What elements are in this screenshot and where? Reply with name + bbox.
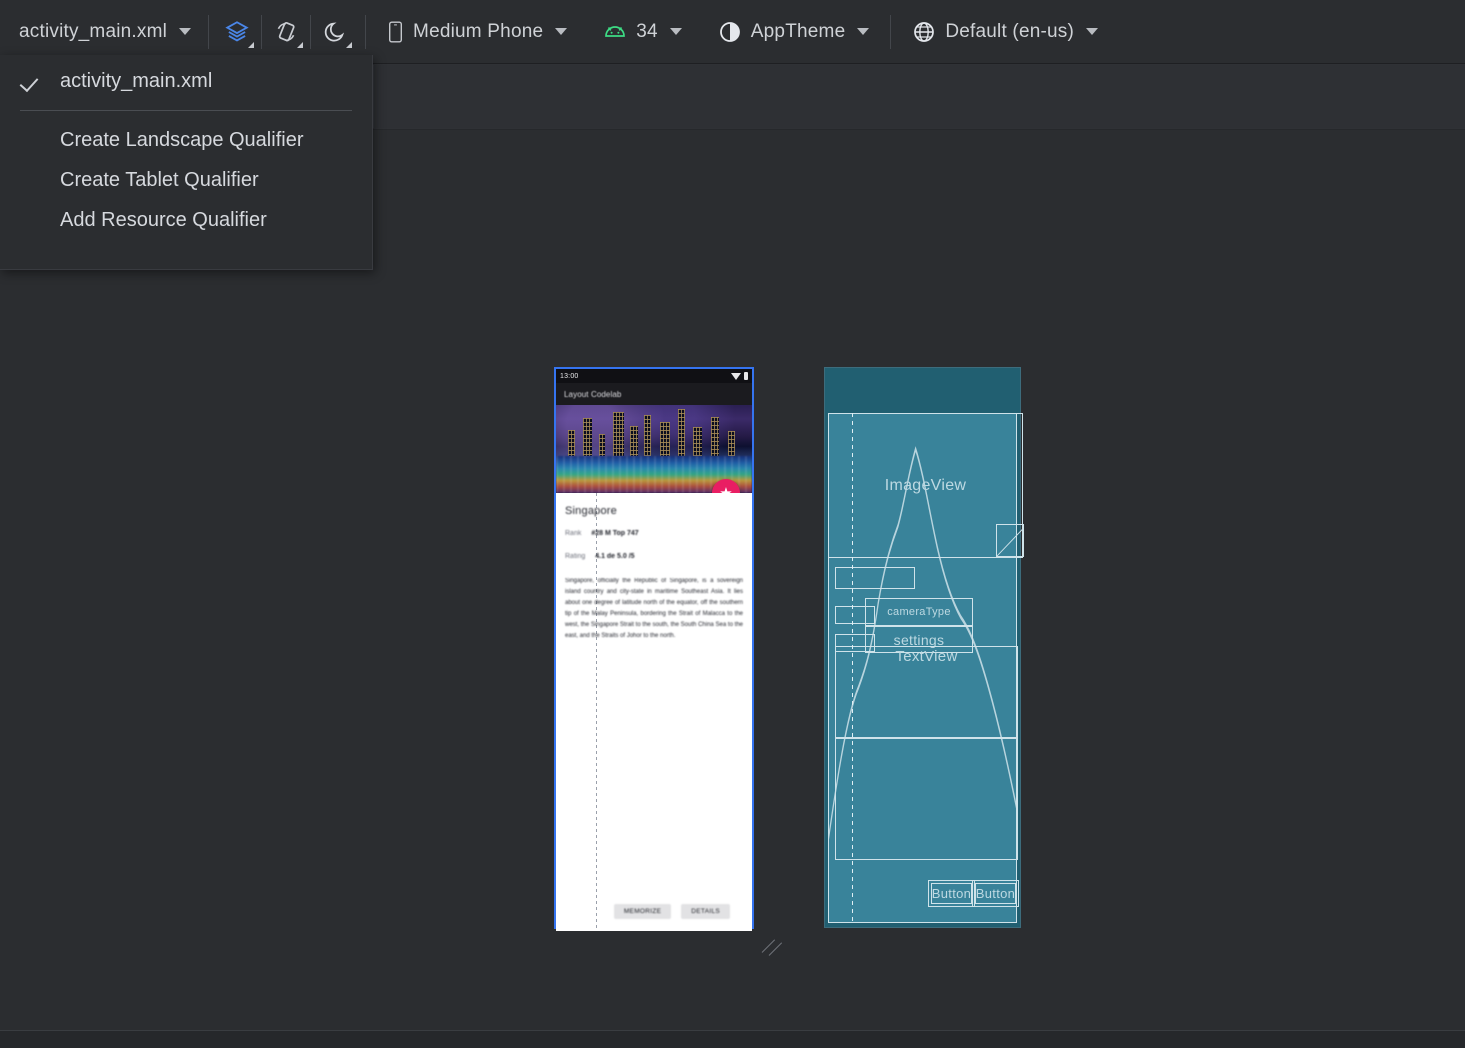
menu-item-label: Add Resource Qualifier <box>60 209 267 232</box>
blueprint-root-layout: ImageView cameraType settings <box>828 413 1017 923</box>
menu-item-activity-main[interactable]: activity_main.xml <box>0 61 372 101</box>
description-text: Singapore, officially the Republic of Si… <box>565 576 743 643</box>
blueprint-cameratype-label: cameraType <box>887 606 951 618</box>
preview-resize-handle[interactable] <box>762 936 784 958</box>
menu-item-add-resource-qualifier[interactable]: Add Resource Qualifier <box>0 200 372 240</box>
battery-icon <box>744 372 748 380</box>
api-level-label: 34 <box>636 21 658 43</box>
toolbar-divider <box>208 15 209 49</box>
memorize-button[interactable]: MEMORIZE <box>614 904 671 919</box>
status-bar <box>0 1030 1465 1048</box>
theme-contrast-icon <box>718 20 742 44</box>
chevron-down-icon <box>555 28 567 35</box>
moon-icon <box>323 19 348 44</box>
status-bar-clock: 13:00 <box>560 373 579 380</box>
locale-selector[interactable]: Default (en-us) <box>901 12 1109 52</box>
menu-item-label: Create Landscape Qualifier <box>60 129 303 152</box>
blueprint-imageview[interactable]: ImageView <box>828 413 1023 558</box>
file-variant-menu: activity_main.xml Create Landscape Quali… <box>0 55 373 270</box>
blueprint-preview[interactable]: ImageView cameraType settings <box>824 367 1021 928</box>
toolbar-divider <box>261 15 262 49</box>
info-row: Rank #28 M Top 747 <box>565 530 743 537</box>
blueprint-stub-box[interactable] <box>835 567 915 589</box>
secondary-toolbar-area <box>373 65 1465 128</box>
menu-item-label: Create Tablet Qualifier <box>60 169 259 192</box>
layout-editor-window: activity_main.xml <box>0 0 1465 1048</box>
android-icon <box>603 23 627 41</box>
toolbar-divider <box>890 15 891 49</box>
chevron-down-icon <box>1086 28 1098 35</box>
menu-separator <box>20 110 352 111</box>
blueprint-guideline <box>852 413 853 923</box>
app-bar-title: Layout Codelab <box>564 390 621 399</box>
toolbar-divider <box>365 15 366 49</box>
info-row-value: 4.1 de 5.0 /5 <box>595 553 634 560</box>
menu-item-label: activity_main.xml <box>60 70 212 93</box>
blueprint-imageview-label: ImageView <box>885 477 967 495</box>
menu-item-create-landscape-qualifier[interactable]: Create Landscape Qualifier <box>0 120 372 160</box>
phone-preview[interactable]: 13:00 Layout Codelab <box>554 367 754 929</box>
design-surface-mode-button[interactable] <box>215 10 259 54</box>
blueprint-button-1-inner <box>931 883 972 904</box>
chevron-down-icon <box>242 42 254 48</box>
status-bar-system-icons <box>731 372 748 380</box>
app-bar: Layout Codelab <box>556 383 752 405</box>
place-title: Singapore <box>565 505 743 517</box>
diagonal-marker-icon <box>997 525 1023 556</box>
chevron-down-icon <box>291 42 303 48</box>
star-icon: ★ <box>719 486 732 494</box>
blueprint-content-region[interactable] <box>835 738 1018 860</box>
device-status-bar: 13:00 <box>556 369 752 383</box>
info-row-key: Rating <box>565 553 585 560</box>
info-row-value: #28 M Top 747 <box>591 530 638 537</box>
globe-icon <box>912 20 936 44</box>
file-variant-dropdown[interactable]: activity_main.xml <box>8 12 202 52</box>
details-button[interactable]: DETAILS <box>681 904 730 919</box>
chevron-down-icon <box>340 42 352 48</box>
toolbar-divider <box>310 15 311 49</box>
device-label: Medium Phone <box>413 21 543 43</box>
chevron-down-icon <box>179 28 191 35</box>
blueprint-button-2-inner <box>975 883 1016 904</box>
hero-image: ★ <box>556 405 752 493</box>
file-variant-label: activity_main.xml <box>19 21 167 43</box>
night-mode-button[interactable] <box>313 10 357 54</box>
blueprint-cameratype-field[interactable]: cameraType <box>865 598 973 626</box>
info-row: Rating 4.1 de 5.0 /5 <box>565 553 743 560</box>
blueprint-textview[interactable]: TextView <box>835 646 1018 738</box>
menu-item-create-tablet-qualifier[interactable]: Create Tablet Qualifier <box>0 160 372 200</box>
phone-icon <box>387 21 404 43</box>
blueprint-image-corner-marker <box>996 524 1024 557</box>
info-row-key: Rank <box>565 530 581 537</box>
chevron-down-icon <box>857 28 869 35</box>
chevron-down-icon <box>670 28 682 35</box>
theme-selector[interactable]: AppTheme <box>707 12 881 52</box>
locale-label: Default (en-us) <box>945 21 1074 43</box>
theme-label: AppTheme <box>751 21 846 43</box>
blueprint-textview-label: TextView <box>895 648 957 665</box>
action-buttons: MEMORIZE DETAILS <box>556 904 752 919</box>
api-level-selector[interactable]: 34 <box>592 12 693 52</box>
content-panel: Singapore Rank #28 M Top 747 Rating 4.1 … <box>556 493 752 931</box>
device-selector[interactable]: Medium Phone <box>376 12 578 52</box>
wifi-icon <box>731 373 741 380</box>
orientation-button[interactable] <box>264 10 308 54</box>
